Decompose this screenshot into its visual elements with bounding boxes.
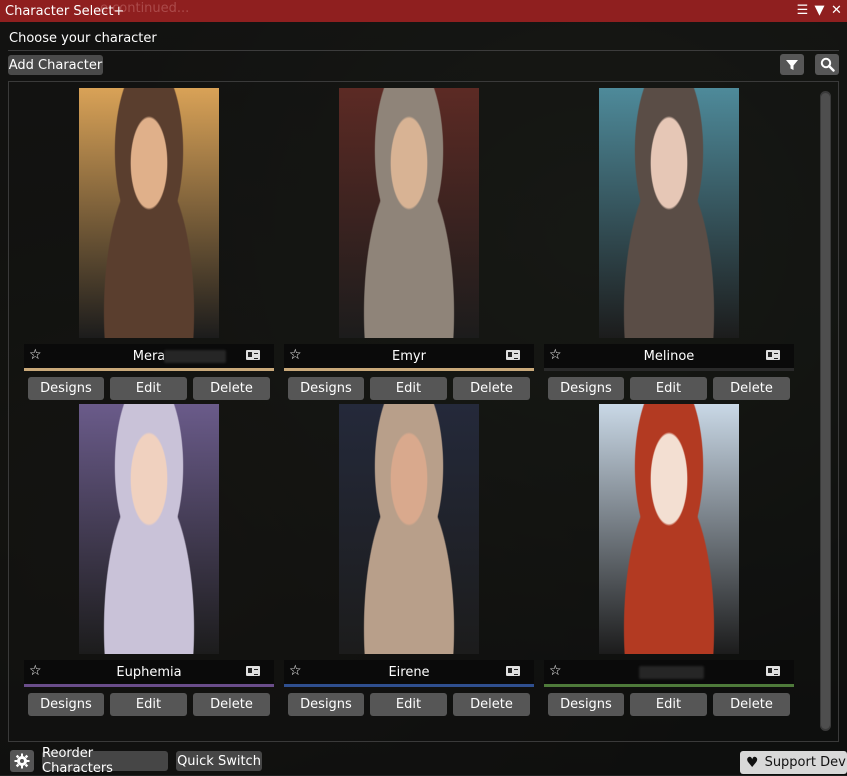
character-name: Eirene	[388, 665, 430, 680]
id-card-icon[interactable]	[246, 350, 260, 360]
character-portrait[interactable]	[339, 88, 479, 338]
character-card[interactable]: ☆ Euphemia Designs Edit Delete	[24, 404, 274, 724]
character-name: Emyr	[392, 349, 426, 364]
background-ghost-text: e continued...	[100, 1, 190, 16]
heart-icon: ♥	[746, 754, 759, 771]
redacted-text	[639, 666, 704, 679]
close-icon[interactable]: ✕	[830, 3, 843, 19]
character-name-bar: ☆ Eirene	[284, 660, 534, 684]
designs-button[interactable]: Designs	[548, 693, 624, 716]
search-icon	[820, 57, 835, 72]
character-card[interactable]: ☆ Melinoe Designs Edit Delete	[544, 88, 794, 408]
scrollbar[interactable]	[820, 91, 831, 731]
character-name-bar: ☆ Melinoe	[544, 344, 794, 368]
character-card[interactable]: ☆ Eirene Designs Edit Delete	[284, 404, 534, 724]
character-name: Melinoe	[643, 349, 695, 364]
support-dev-button[interactable]: ♥ Support Dev	[740, 751, 847, 774]
id-card-icon[interactable]	[766, 350, 780, 360]
id-card-icon[interactable]	[246, 666, 260, 676]
edit-button[interactable]: Edit	[370, 693, 447, 716]
character-accent-line	[544, 684, 794, 687]
character-name-bar: ☆ Euphemia	[24, 660, 274, 684]
character-accent-line	[284, 684, 534, 687]
id-card-icon[interactable]	[766, 666, 780, 676]
edit-button[interactable]: Edit	[110, 377, 187, 400]
delete-button[interactable]: Delete	[453, 377, 530, 400]
designs-button[interactable]: Designs	[548, 377, 624, 400]
quick-switch-button[interactable]: Quick Switch	[176, 751, 262, 771]
designs-button[interactable]: Designs	[288, 377, 364, 400]
page-subtitle: Choose your character	[9, 31, 157, 46]
character-portrait[interactable]	[79, 88, 219, 338]
character-portrait[interactable]	[599, 404, 739, 654]
delete-button[interactable]: Delete	[453, 693, 530, 716]
menu-icon[interactable]: ☰	[796, 3, 809, 19]
edit-button[interactable]: Edit	[370, 377, 447, 400]
filter-icon	[786, 59, 798, 70]
id-card-icon[interactable]	[506, 350, 520, 360]
redacted-text	[164, 350, 226, 363]
character-name-bar: ☆	[544, 660, 794, 684]
title-bar-icons: ☰ ▼ ✕	[796, 3, 843, 19]
delete-button[interactable]: Delete	[713, 377, 790, 400]
scrollbar-thumb[interactable]	[821, 93, 830, 729]
collapse-icon[interactable]: ▼	[813, 3, 826, 19]
delete-button[interactable]: Delete	[193, 693, 270, 716]
favorite-star-icon[interactable]: ☆	[549, 663, 562, 679]
settings-button[interactable]	[10, 750, 34, 772]
character-portrait[interactable]	[599, 88, 739, 338]
character-name: Mera	[132, 349, 166, 364]
divider	[8, 50, 839, 51]
character-portrait[interactable]	[79, 404, 219, 654]
filter-button[interactable]	[780, 54, 804, 75]
character-portrait[interactable]	[339, 404, 479, 654]
title-bar[interactable]: Character Select+ e continued... ☰ ▼ ✕	[0, 0, 847, 22]
character-card[interactable]: ☆ Emyr Designs Edit Delete	[284, 88, 534, 408]
edit-button[interactable]: Edit	[630, 377, 707, 400]
character-name-bar: ☆ Mera	[24, 344, 274, 368]
gear-icon	[14, 753, 30, 769]
character-accent-line	[24, 368, 274, 371]
character-accent-line	[544, 368, 794, 371]
designs-button[interactable]: Designs	[28, 693, 104, 716]
edit-button[interactable]: Edit	[630, 693, 707, 716]
delete-button[interactable]: Delete	[713, 693, 790, 716]
search-button[interactable]	[815, 54, 839, 75]
edit-button[interactable]: Edit	[110, 693, 187, 716]
character-card[interactable]: ☆ Mera Designs Edit Delete	[24, 88, 274, 408]
delete-button[interactable]: Delete	[193, 377, 270, 400]
designs-button[interactable]: Designs	[288, 693, 364, 716]
id-card-icon[interactable]	[506, 666, 520, 676]
character-accent-line	[24, 684, 274, 687]
support-dev-label: Support Dev	[764, 755, 846, 770]
character-accent-line	[284, 368, 534, 371]
reorder-characters-button[interactable]: Reorder Characters	[42, 746, 168, 776]
character-select-window: Character Select+ e continued... ☰ ▼ ✕ C…	[0, 0, 847, 776]
character-card[interactable]: ☆ Designs Edit Delete	[544, 404, 794, 724]
add-character-button[interactable]: Add Character	[8, 55, 103, 75]
designs-button[interactable]: Designs	[28, 377, 104, 400]
character-name: Euphemia	[116, 665, 182, 680]
character-name-bar: ☆ Emyr	[284, 344, 534, 368]
